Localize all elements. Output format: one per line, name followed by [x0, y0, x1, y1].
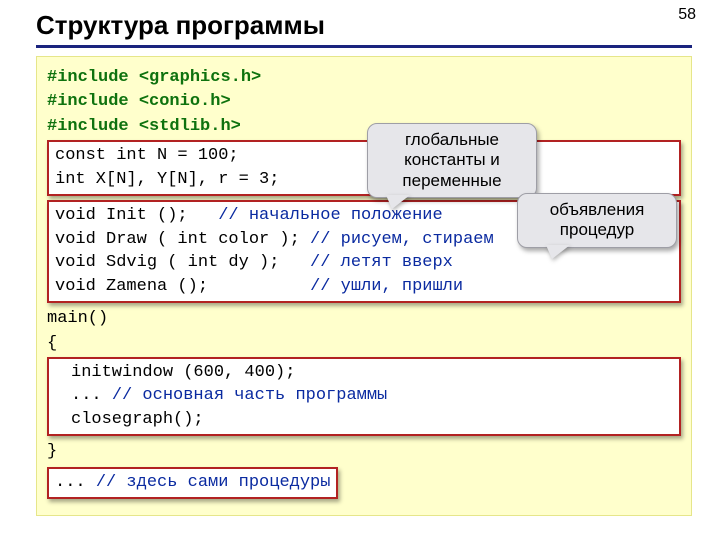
code-line: #include <stdlib.h> — [47, 115, 681, 138]
title-rule — [36, 45, 692, 48]
main-body-box: initwindow (600, 400); ... // основная ч… — [47, 357, 681, 436]
consts-box: const int N = 100; int X[N], Y[N], r = 3… — [47, 140, 681, 196]
slide-title: Структура программы — [36, 10, 692, 41]
page-number: 58 — [678, 6, 696, 24]
code-block: #include <graphics.h> #include <conio.h>… — [36, 56, 692, 516]
callout-globals: глобальные константы и переменные — [367, 123, 537, 198]
callout-decls: объявления процедур — [517, 193, 677, 248]
code-line: main() — [47, 307, 681, 330]
code-line: } — [47, 440, 681, 463]
code-line: #include <conio.h> — [47, 90, 681, 113]
code-line: { — [47, 332, 681, 355]
procs-box: ... // здесь сами процедуры — [47, 467, 338, 499]
code-line: #include <graphics.h> — [47, 66, 681, 89]
